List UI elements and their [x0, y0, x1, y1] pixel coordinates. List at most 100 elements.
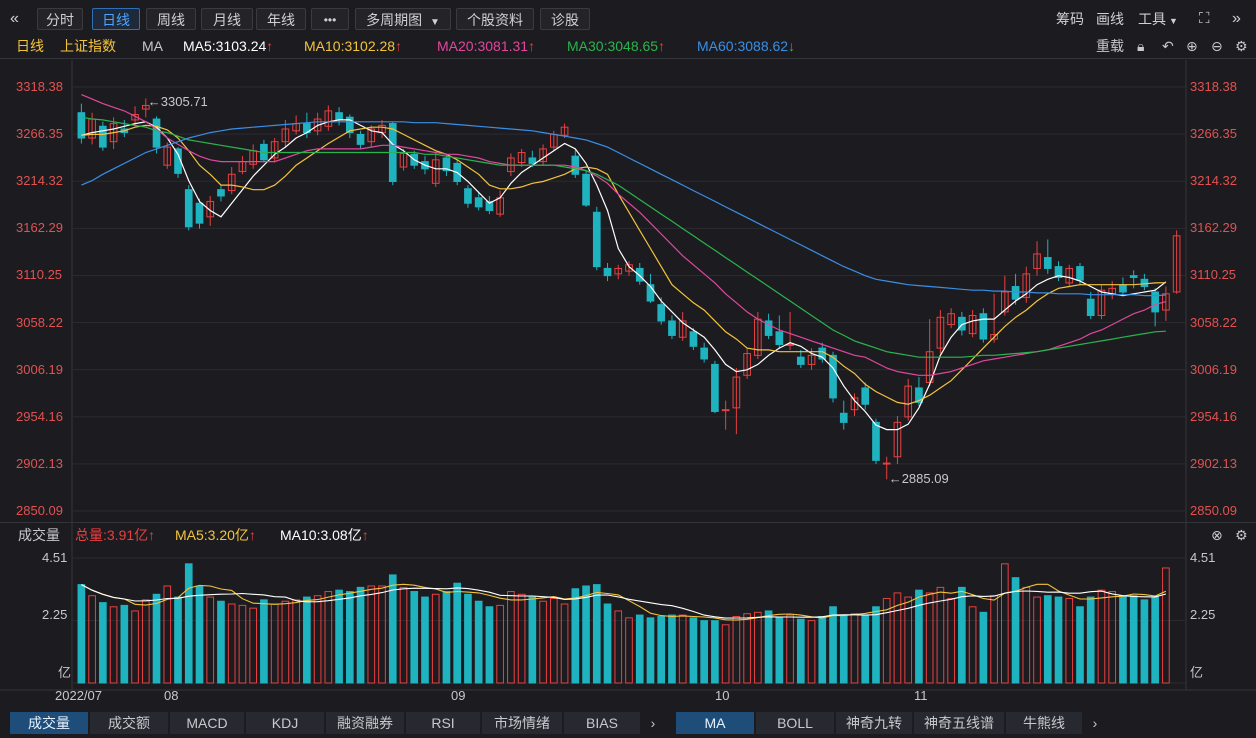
candle-body [174, 148, 182, 174]
candle-body [571, 155, 580, 175]
volume-bar [410, 591, 419, 684]
more-icon[interactable]: ••• [311, 8, 349, 30]
chevron-right-icon[interactable]: › [644, 712, 662, 734]
volume-bar [1119, 595, 1127, 684]
tab-rsi[interactable]: RSI [406, 712, 480, 734]
candle-body [1043, 257, 1052, 269]
diagnose-button[interactable]: 诊股 [540, 8, 590, 30]
close-icon[interactable]: ⊗ [1211, 525, 1223, 545]
volume-bar [1162, 567, 1170, 684]
volume-bar [496, 604, 504, 684]
candle-body [861, 387, 870, 405]
volume-axis-unit: 亿 [58, 665, 72, 680]
volume-bar [839, 614, 848, 684]
ma5-text: MA5:3103.24 [183, 38, 267, 54]
ma10-text: MA10:3102.28 [304, 38, 396, 54]
price-tick-label: 2954.16 [1190, 408, 1237, 424]
volume-bar [657, 615, 666, 684]
price-tick-label: 3110.25 [1190, 267, 1237, 283]
price-tick-label: 3058.22 [16, 314, 63, 330]
volume-bar [356, 586, 365, 684]
volume-bar [990, 595, 998, 684]
volume-axis-mid-right: 2.25 [1190, 607, 1216, 622]
candlestick-chart[interactable] [0, 0, 1256, 738]
ma20-line [81, 94, 1167, 376]
chips-button[interactable]: 筹码 [1056, 8, 1084, 30]
gear-icon[interactable]: ⚙ [1235, 36, 1248, 56]
ma20-value: MA20:3081.31↑ [437, 36, 535, 56]
volume-bar [807, 620, 816, 684]
tab-boll[interactable]: BOLL [756, 712, 834, 734]
candle-body [968, 315, 977, 335]
ma20-text: MA20:3081.31 [437, 38, 529, 54]
volume-bar [539, 600, 547, 684]
candle-body [754, 318, 762, 356]
tab-margin[interactable]: 融资融券 [326, 712, 404, 734]
tab-five-lines[interactable]: 神奇五线谱 [914, 712, 1004, 734]
volume-bar [378, 585, 386, 684]
candle-body [77, 112, 86, 139]
tab-macd[interactable]: MACD [170, 712, 244, 734]
volume-ma5: MA5:3.20亿↑ [175, 525, 256, 545]
tab-td9[interactable]: 神奇九转 [836, 712, 912, 734]
volume-bar [163, 585, 172, 684]
arrow-up-icon: ↑ [528, 38, 536, 54]
collapse-icon[interactable]: » [1232, 8, 1241, 30]
volume-bar [775, 617, 784, 684]
tab-weekly[interactable]: 周线 [146, 8, 196, 30]
ma-indicator-label[interactable]: MA [142, 36, 163, 56]
price-tick-label: 3110.25 [16, 267, 63, 283]
volume-bar [635, 614, 644, 684]
candle-body [88, 118, 96, 139]
volume-total-text: 总量:3.91亿 [75, 527, 149, 543]
tab-kdj[interactable]: KDJ [246, 712, 324, 734]
tab-yearly[interactable]: 年线 [256, 8, 306, 30]
price-tick-label: 2850.09 [1190, 503, 1237, 518]
candle-body [721, 409, 730, 412]
zoom-in-icon[interactable]: ⊕ [1186, 36, 1198, 56]
tab-monthly[interactable]: 月线 [201, 8, 253, 30]
back-icon[interactable]: « [10, 8, 19, 30]
tools-dropdown[interactable]: 工具 ▼ [1138, 8, 1178, 30]
volume-bar [399, 586, 408, 684]
price-tick-label: 3058.22 [1190, 314, 1237, 330]
tab-daily[interactable]: 日线 [92, 8, 140, 30]
tab-turnover[interactable]: 成交额 [90, 712, 168, 734]
multi-period-dropdown[interactable]: 多周期图 ▼ [355, 8, 451, 30]
tab-ma[interactable]: MA [676, 712, 754, 734]
volume-bar [1097, 589, 1106, 684]
candle-body [1000, 291, 1009, 313]
reweight-button[interactable]: 重载 [1096, 36, 1124, 56]
high-value: 3305.71 [160, 94, 208, 110]
candle-body [496, 197, 504, 215]
fullscreen-icon[interactable]: ⛶ [1199, 8, 1210, 30]
chevron-right-icon[interactable]: › [1086, 712, 1104, 734]
volume-label[interactable]: 成交量 [18, 525, 60, 545]
arrow-up-icon: ↑ [148, 527, 156, 543]
gear-icon[interactable]: ⚙ [1235, 525, 1248, 545]
arrow-left-icon: ← [147, 94, 161, 110]
volume-bar [528, 596, 537, 684]
x-label-oct: 10 [715, 688, 730, 703]
divider [0, 58, 1256, 59]
volume-bar [646, 617, 655, 684]
volume-bar [227, 603, 236, 684]
tab-bull-bear[interactable]: 牛熊线 [1006, 712, 1082, 734]
volume-bar [936, 586, 945, 684]
tab-volume[interactable]: 成交量 [10, 712, 88, 734]
volume-bar [786, 614, 794, 684]
candle-body [796, 356, 805, 365]
volume-bar [120, 604, 129, 684]
tab-bias[interactable]: BIAS [564, 712, 640, 734]
candle-body [1162, 293, 1170, 311]
zoom-out-icon[interactable]: ⊖ [1211, 36, 1223, 56]
volume-bar [313, 595, 322, 684]
tab-sentiment[interactable]: 市场情绪 [482, 712, 562, 734]
lock-icon[interactable]: 🔒︎ [1137, 36, 1144, 56]
stock-info-button[interactable]: 个股资料 [456, 8, 534, 30]
tab-intraday[interactable]: 分时 [37, 8, 83, 30]
draw-line-button[interactable]: 画线 [1096, 8, 1124, 30]
undo-icon[interactable]: ↶ [1162, 36, 1174, 56]
candle-body [109, 123, 118, 143]
volume-bar [431, 593, 440, 684]
